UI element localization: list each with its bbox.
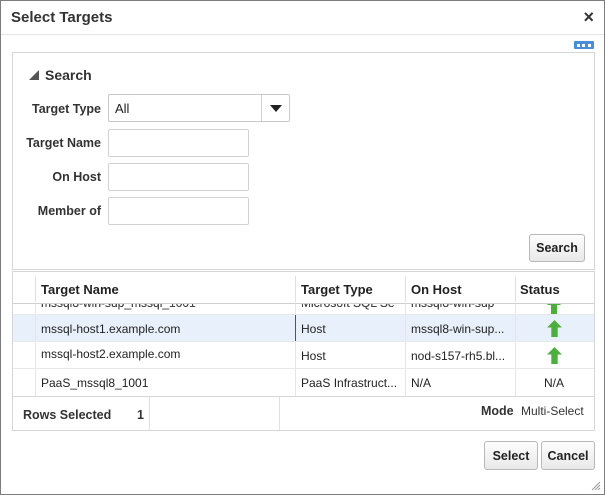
mode-label: Mode	[481, 404, 514, 418]
target-type-select[interactable]: All	[108, 94, 290, 122]
target-name-input[interactable]	[108, 129, 249, 157]
partial-row-type: Microsoft SQL Se	[301, 304, 401, 310]
cell-target-name: mssql-host2.example.com	[41, 347, 181, 361]
on-host-label: On Host	[52, 170, 101, 184]
cell-target-type: Host	[301, 322, 326, 336]
target-type-value: All	[115, 101, 130, 116]
search-button[interactable]: Search	[529, 234, 585, 262]
select-targets-dialog: Select Targets × Search Target Type All …	[0, 0, 605, 495]
dialog-title: Select Targets	[11, 9, 113, 26]
member-of-label: Member of	[37, 204, 101, 218]
targets-table: Target Name Target Type On Host Status m…	[12, 271, 595, 397]
cell-status: N/A	[544, 376, 565, 390]
cell-target-name: PaaS_mssql8_1001	[41, 376, 149, 390]
collapse-triangle-icon	[29, 70, 39, 80]
chevron-down-icon[interactable]	[261, 95, 289, 121]
partial-row-name: mssql8-win-sup_mssql_1001	[41, 304, 291, 310]
cancel-button[interactable]: Cancel	[541, 441, 595, 470]
resize-grip-icon[interactable]	[591, 481, 601, 491]
target-name-label: Target Name	[26, 136, 101, 150]
table-row[interactable]: PaaS_mssql8_1001 PaaS Infrastruct... N/A…	[13, 369, 594, 396]
mode-value: Multi-Select	[521, 404, 584, 418]
cell-target-type: PaaS Infrastruct...	[301, 376, 398, 390]
on-host-input[interactable]	[108, 163, 249, 191]
search-heading: Search	[45, 67, 92, 83]
col-on-host-text[interactable]: On Host	[411, 282, 462, 297]
status-up-icon	[547, 304, 561, 314]
cell-target-type: Host	[301, 349, 326, 363]
cell-on-host: N/A	[411, 376, 432, 390]
cell-on-host: mssql8-win-sup...	[411, 322, 505, 336]
search-section-toggle[interactable]: Search	[29, 67, 92, 83]
rows-selected-value: 1	[137, 408, 144, 422]
col-target-type-text[interactable]: Target Type	[301, 282, 373, 297]
partial-row-host: mssql8-win-sup	[411, 304, 511, 310]
table-footer: Rows Selected 1 Mode Multi-Select	[12, 397, 595, 431]
col-target-name-text[interactable]: Target Name	[41, 282, 119, 297]
target-type-label: Target Type	[32, 102, 101, 116]
search-panel: Search Target Type All Target Name On Ho…	[12, 52, 595, 270]
cell-target-name: mssql-host1.example.com	[41, 322, 181, 336]
select-button[interactable]: Select	[484, 441, 538, 470]
table-row[interactable]: mssql-host2.example.com Host nod-s157-rh…	[13, 342, 594, 369]
col-status-text[interactable]: Status	[520, 282, 560, 297]
table-row-selected[interactable]: mssql-host1.example.com Host mssql8-win-…	[13, 315, 594, 342]
table-header-overlay: Target Name Target Type On Host Status	[13, 271, 594, 304]
status-up-icon	[547, 320, 562, 337]
cell-on-host: nod-s157-rh5.bl...	[411, 349, 506, 363]
member-of-input[interactable]	[108, 197, 249, 225]
panel-options-icon[interactable]	[574, 41, 594, 49]
close-icon[interactable]: ×	[583, 7, 594, 27]
dialog-titlebar: Select Targets ×	[1, 1, 604, 35]
status-up-icon	[547, 347, 562, 364]
rows-selected-label: Rows Selected	[23, 408, 112, 422]
